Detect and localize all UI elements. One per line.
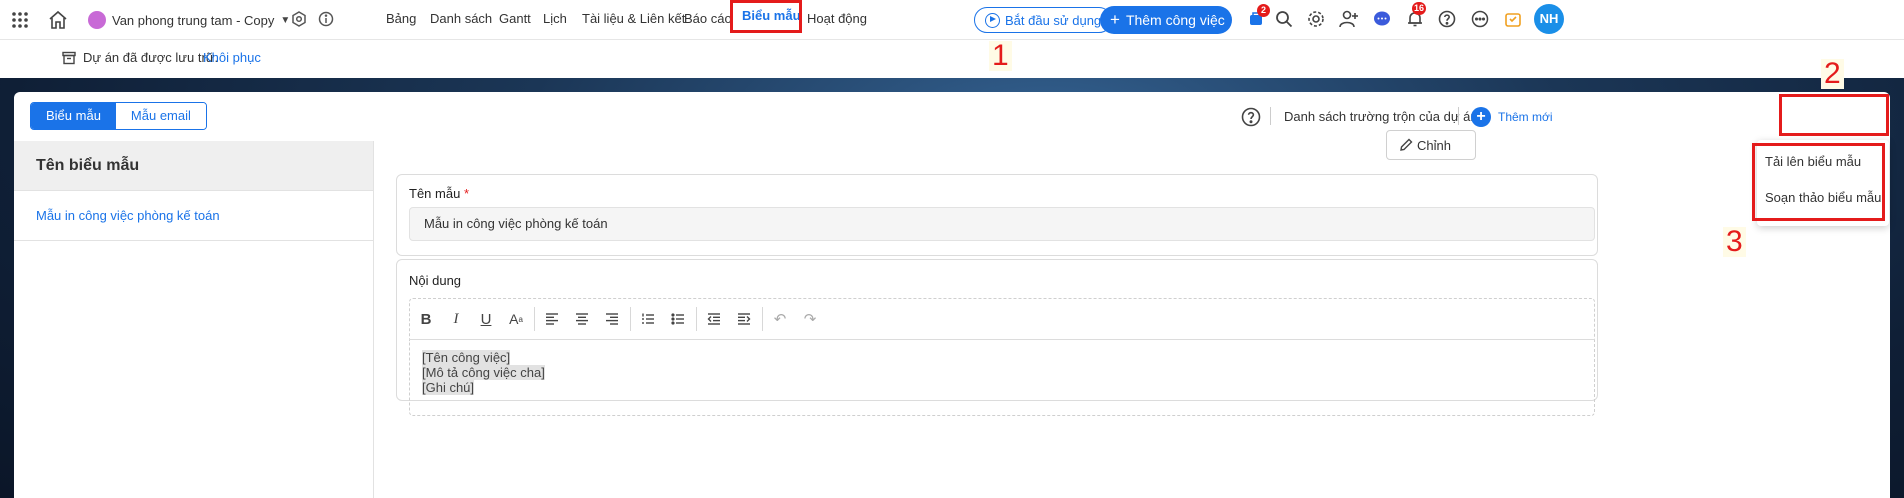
forms-card: Biểu mẫu Mẫu email Danh sách trường trộn… xyxy=(14,92,1890,498)
merge-fields-link[interactable]: Danh sách trường trộn của dự án xyxy=(1284,109,1478,124)
italic-icon[interactable]: I xyxy=(444,307,468,331)
add-task-button[interactable]: + Thêm công việc ▼ xyxy=(1100,6,1244,34)
tab-bao-cao[interactable]: Báo cáo xyxy=(684,0,732,40)
undo-icon[interactable]: ↶ xyxy=(768,307,792,331)
toolbar-divider xyxy=(630,307,631,331)
cart-badge: 2 xyxy=(1257,4,1270,17)
avatar[interactable]: NH xyxy=(1534,4,1564,34)
tab-forms[interactable]: Biểu mẫu xyxy=(31,103,116,129)
info-icon[interactable] xyxy=(316,9,336,29)
add-new-label: Thêm mới xyxy=(1498,110,1553,124)
content-editor[interactable]: [Tên công việc] [Mô tả công việc cha] [G… xyxy=(409,340,1595,416)
project-selector[interactable]: Van phong trung tam - Copy ▼ xyxy=(88,8,290,32)
form-name-field[interactable]: Mẫu in công việc phòng kế toán xyxy=(409,207,1595,241)
form-name-section: Tên mẫu * Mẫu in công việc phòng kế toán xyxy=(396,174,1598,256)
tab-danh-sach[interactable]: Danh sách xyxy=(430,0,492,40)
add-new-button[interactable]: + Thêm mới xyxy=(1471,105,1553,129)
edit-button[interactable]: Chỉnh xyxy=(1386,130,1476,160)
redo-icon[interactable]: ↷ xyxy=(798,307,822,331)
avatar-initials: NH xyxy=(1539,11,1559,26)
play-circle-icon xyxy=(985,12,1000,28)
help-icon[interactable] xyxy=(1240,106,1262,128)
underline-icon[interactable]: U xyxy=(474,307,498,331)
annotation-box-3 xyxy=(1752,143,1885,221)
pencil-icon xyxy=(1400,138,1413,151)
outdent-icon[interactable] xyxy=(702,307,726,331)
form-name-label: Tên mẫu * xyxy=(409,186,469,201)
form-type-toggle: Biểu mẫu Mẫu email xyxy=(30,102,207,130)
tab-bang[interactable]: Bảng xyxy=(386,0,416,40)
restore-link[interactable]: Khôi phục xyxy=(203,50,261,65)
merge-field-tag: [Tên công việc] xyxy=(422,350,511,365)
font-size-icon[interactable]: Aa xyxy=(504,307,528,331)
start-using-label: Bắt đầu sử dụng xyxy=(1005,12,1102,28)
tab-lich[interactable]: Lịch xyxy=(543,0,567,40)
header-divider xyxy=(1458,107,1459,125)
annotation-box-1 xyxy=(730,0,802,33)
start-using-button[interactable]: Bắt đầu sử dụng xyxy=(974,7,1113,33)
annotation-number-3: 3 xyxy=(1723,227,1746,257)
annotation-box-2 xyxy=(1779,94,1889,136)
bullet-list-icon[interactable] xyxy=(666,307,690,331)
indent-icon[interactable] xyxy=(732,307,756,331)
notification-badge: 16 xyxy=(1412,2,1427,15)
project-settings-icon[interactable] xyxy=(289,9,309,29)
align-right-icon[interactable] xyxy=(600,307,624,331)
project-avatar-icon xyxy=(88,11,106,29)
annotation-number-2: 2 xyxy=(1821,59,1844,89)
home-icon[interactable] xyxy=(47,9,69,31)
tab-email-templates[interactable]: Mẫu email xyxy=(115,103,206,129)
more-icon[interactable] xyxy=(1469,8,1491,30)
top-bar: Van phong trung tam - Copy ▼ Bảng Danh s… xyxy=(0,0,1904,40)
plus-icon: + xyxy=(1110,10,1120,29)
chevron-down-icon: ▼ xyxy=(1234,15,1244,25)
content-label: Nội dung xyxy=(409,273,462,288)
gift-icon[interactable] xyxy=(1502,8,1524,30)
editor-toolbar: B I U Aa ↶ ↷ xyxy=(409,298,1595,340)
merge-field-tag: [Mô tả công việc cha] xyxy=(422,365,545,380)
header-divider xyxy=(1270,107,1271,125)
archive-message: Dự án đã được lưu trữ. xyxy=(83,50,219,65)
toolbar-divider xyxy=(534,307,535,331)
required-mark: * xyxy=(463,186,469,201)
annotation-number-1: 1 xyxy=(989,41,1012,71)
form-list-item[interactable]: Mẫu in công việc phòng kế toán xyxy=(14,191,373,241)
archive-box-icon xyxy=(61,50,77,66)
add-user-icon[interactable] xyxy=(1338,8,1360,30)
apps-grid-icon[interactable] xyxy=(10,10,30,30)
plus-circle-icon: + xyxy=(1471,107,1491,127)
search-icon[interactable] xyxy=(1273,8,1295,30)
form-list-heading: Tên biểu mẫu xyxy=(14,141,373,191)
toolbar-divider xyxy=(696,307,697,331)
gear-icon[interactable] xyxy=(1305,8,1327,30)
toolbar-divider xyxy=(762,307,763,331)
form-content-section: Nội dung B I U Aa ↶ ↷ [Tên công việc] [M… xyxy=(396,259,1598,416)
tab-tai-lieu[interactable]: Tài liệu & Liên kết xyxy=(582,0,685,40)
bold-icon[interactable]: B xyxy=(414,307,438,331)
chat-icon[interactable] xyxy=(1371,8,1393,30)
align-center-icon[interactable] xyxy=(570,307,594,331)
tab-hoat-dong[interactable]: Hoạt động xyxy=(807,0,867,40)
ordered-list-icon[interactable] xyxy=(636,307,660,331)
tab-gantt[interactable]: Gantt xyxy=(499,0,531,40)
merge-field-tag: [Ghi chú] xyxy=(422,380,475,395)
add-task-label: Thêm công việc xyxy=(1125,12,1225,28)
edit-label: Chỉnh xyxy=(1417,137,1451,153)
form-list-panel: Tên biểu mẫu Mẫu in công việc phòng kế t… xyxy=(14,141,374,498)
align-left-icon[interactable] xyxy=(540,307,564,331)
archive-notice-bar: Dự án đã được lưu trữ. Khôi phục xyxy=(0,41,1904,78)
help-icon[interactable] xyxy=(1436,8,1458,30)
project-name: Van phong trung tam - Copy xyxy=(112,12,275,28)
